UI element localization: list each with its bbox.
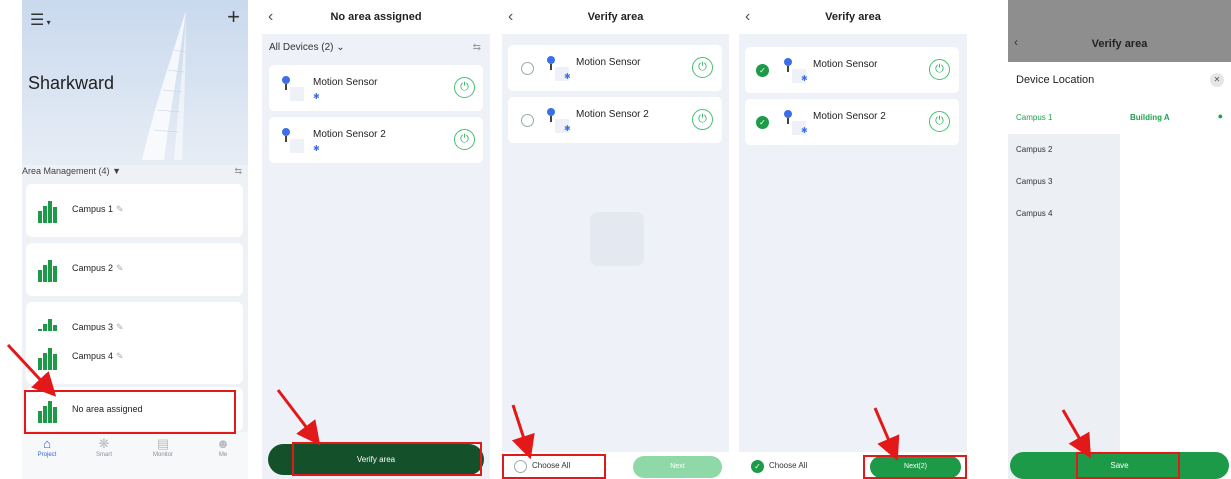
location-campus-3[interactable]: Campus 3	[1008, 166, 1120, 198]
highlight-verify-area-button	[292, 442, 482, 476]
bottom-tab-bar: ⌂ Project ❋ Smart ▤ Monitor ☻ Me	[22, 432, 248, 479]
location-campus-1[interactable]: Campus 1	[1008, 102, 1120, 134]
building-list: Building A ●	[1120, 102, 1231, 479]
area-management-header[interactable]: Area Management (4) ▼ ⇆	[22, 166, 248, 176]
no-area-screen: ‹ No area assigned All Devices (2) ⌄ ⇆ M…	[262, 0, 490, 479]
device-checkbox[interactable]	[521, 62, 534, 75]
sheet-title: Device Location	[1016, 74, 1095, 86]
device-name: Motion Sensor	[813, 59, 878, 70]
device-name: Motion Sensor 2	[313, 129, 386, 140]
device-name: Motion Sensor 2	[576, 109, 649, 120]
checked-icon[interactable]: ✓	[756, 116, 769, 129]
smart-icon: ❋	[98, 436, 110, 451]
power-icon[interactable]: ⏻	[929, 111, 950, 132]
page-title: No area assigned	[330, 11, 422, 23]
highlight-save-button	[1076, 452, 1180, 479]
highlight-next-button	[863, 455, 967, 479]
project-hero-banner: ☰ ▾ + Sharkward	[22, 0, 248, 165]
bluetooth-icon: ✱	[801, 126, 808, 135]
location-pin-icon: ●	[1217, 111, 1223, 121]
organization-name: Sharkward	[28, 73, 115, 93]
power-icon[interactable]: ⏻	[692, 109, 713, 130]
bluetooth-icon: ✱	[564, 124, 571, 133]
building-option[interactable]: Building A	[1130, 102, 1170, 134]
page-title: Verify area	[825, 11, 881, 23]
area-logo-icon	[38, 260, 57, 282]
dimmed-nav-bar: ‹ Verify area	[1008, 0, 1231, 62]
location-campus-2[interactable]: Campus 2	[1008, 134, 1120, 166]
device-filter-dropdown[interactable]: All Devices (2) ⌄	[269, 42, 345, 53]
device-name: Motion Sensor	[313, 77, 378, 88]
area-card-campus-1[interactable]: Campus 1 ✎	[26, 184, 243, 237]
area-name: Campus 1	[72, 204, 114, 214]
device-row-motion-sensor-2[interactable]: ✓ Motion Sensor 2 ✱ ⏻	[745, 99, 959, 145]
loading-placeholder	[590, 212, 644, 266]
chevron-down-icon: ⌄	[336, 42, 345, 53]
highlight-choose-all	[502, 454, 606, 479]
nav-bar: ‹ Verify area	[502, 0, 729, 34]
tab-smart[interactable]: ❋ Smart	[84, 436, 124, 458]
sort-icon[interactable]: ⇆	[473, 42, 481, 53]
power-icon[interactable]: ⏻	[692, 57, 713, 78]
add-icon[interactable]: +	[227, 4, 240, 30]
choose-all-checked-icon[interactable]: ✓	[751, 460, 764, 473]
checked-icon[interactable]: ✓	[756, 64, 769, 77]
edit-icon[interactable]: ✎	[116, 263, 124, 273]
tab-project[interactable]: ⌂ Project	[27, 436, 67, 458]
tab-monitor[interactable]: ▤ Monitor	[143, 436, 183, 458]
home-icon: ⌂	[43, 436, 51, 451]
caret-down-icon: ▼	[112, 166, 121, 176]
area-name: Campus 4	[72, 351, 114, 361]
edit-icon[interactable]: ✎	[116, 351, 124, 361]
area-management-label: Area Management (4)	[22, 166, 110, 176]
tab-me[interactable]: ☻ Me	[203, 436, 243, 458]
edit-icon[interactable]: ✎	[116, 204, 124, 214]
tower-illustration	[142, 10, 186, 160]
monitor-icon: ▤	[156, 436, 170, 451]
location-campus-4[interactable]: Campus 4	[1008, 198, 1120, 230]
sort-icon[interactable]: ⇆	[234, 166, 242, 177]
device-checkbox[interactable]	[521, 114, 534, 127]
power-icon[interactable]: ⏻	[454, 77, 475, 98]
bluetooth-icon: ✱	[801, 74, 808, 83]
bluetooth-icon: ✱	[564, 72, 571, 81]
verify-area-screen-empty: ‹ Verify area Motion Sensor ✱ ⏻ Motion S…	[502, 0, 729, 479]
bluetooth-icon: ✱	[313, 92, 320, 101]
area-name: Campus 2	[72, 263, 114, 273]
area-card-campus-2[interactable]: Campus 2 ✎	[26, 243, 243, 296]
verify-area-screen-selected: ‹ Verify area ✓ Motion Sensor ✱ ⏻ ✓ Moti…	[739, 0, 967, 479]
motion-sensor-icon	[282, 76, 304, 101]
page-title: Verify area	[1091, 38, 1148, 50]
power-icon[interactable]: ⏻	[454, 129, 475, 150]
nav-bar: ‹ Verify area	[739, 0, 967, 34]
device-name: Motion Sensor	[576, 57, 641, 68]
motion-sensor-icon	[282, 128, 304, 153]
device-row-motion-sensor[interactable]: ✓ Motion Sensor ✱ ⏻	[745, 47, 959, 93]
device-location-screen: ‹ Verify area Device Location ✕ Campus 1…	[1008, 0, 1231, 479]
location-sheet: Device Location ✕ Campus 1 Campus 2 Camp…	[1008, 64, 1231, 479]
next-button[interactable]: Next	[633, 456, 722, 478]
choose-all-label[interactable]: Choose All	[769, 461, 807, 470]
area-logo-icon	[38, 201, 57, 223]
person-icon: ☻	[216, 436, 230, 451]
campus-list: Campus 1 Campus 2 Campus 3 Campus 4	[1008, 102, 1120, 479]
close-icon[interactable]: ✕	[1210, 73, 1224, 87]
device-card-motion-sensor[interactable]: Motion Sensor ✱ ⏻	[269, 65, 483, 111]
highlight-no-area-card	[24, 390, 236, 434]
device-row-motion-sensor[interactable]: Motion Sensor ✱ ⏻	[508, 45, 722, 91]
power-icon[interactable]: ⏻	[929, 59, 950, 80]
area-logo-icon	[38, 348, 57, 370]
device-name: Motion Sensor 2	[813, 111, 886, 122]
page-title: Verify area	[587, 11, 644, 23]
device-card-motion-sensor-2[interactable]: Motion Sensor 2 ✱ ⏻	[269, 117, 483, 163]
device-row-motion-sensor-2[interactable]: Motion Sensor 2 ✱ ⏻	[508, 97, 722, 143]
bluetooth-icon: ✱	[313, 144, 320, 153]
area-card-campus-4[interactable]: Campus 4 ✎	[26, 331, 243, 384]
layers-icon[interactable]: ☰ ▾	[30, 10, 51, 30]
nav-bar: ‹ No area assigned	[262, 0, 490, 34]
